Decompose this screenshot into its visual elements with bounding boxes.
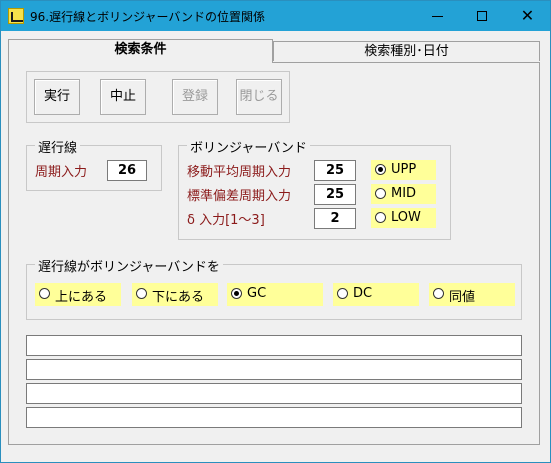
position-radio-label: GC — [247, 286, 267, 301]
position-group: 遅行線がボリンジャーバンドを 上にある 下にある GC DC 同値 — [26, 256, 522, 320]
close-button[interactable]: 閉じる — [236, 79, 282, 115]
output-line[interactable] — [26, 359, 522, 380]
position-radio-label: DC — [353, 286, 373, 301]
close-window-button[interactable]: ✕ — [505, 1, 550, 31]
position-radio-equal[interactable]: 同値 — [429, 283, 515, 306]
radio-unchecked-icon — [136, 288, 147, 299]
maximize-icon — [477, 11, 487, 21]
radio-unchecked-icon — [375, 212, 386, 223]
close-icon: ✕ — [520, 6, 535, 25]
position-radio-label: 同値 — [449, 290, 476, 305]
minimize-icon — [432, 16, 443, 17]
radio-unchecked-icon — [433, 288, 444, 299]
position-radio-gc[interactable]: GC — [227, 283, 323, 306]
window-title: 96.遅行線とボリンジャーバンドの位置関係 — [30, 10, 265, 24]
ma-period-input[interactable]: 25 — [314, 160, 356, 181]
output-line[interactable] — [26, 383, 522, 404]
title-bar[interactable]: 96.遅行線とボリンジャーバンドの位置関係 ✕ — [1, 1, 550, 31]
register-button[interactable]: 登録 — [172, 79, 218, 115]
lagging-line-group-title: 遅行線 — [35, 137, 81, 156]
delta-label: δ 入力[1～3] — [187, 213, 265, 228]
lagging-line-group: 遅行線 周期入力 26 — [26, 137, 162, 191]
lagging-period-input[interactable]: 26 — [107, 160, 147, 181]
band-radio-label: MID — [391, 186, 417, 201]
band-radio-low[interactable]: LOW — [371, 208, 436, 228]
tab-search-conditions[interactable]: 検索条件 — [8, 39, 273, 63]
band-radio-label: UPP — [391, 162, 417, 177]
radio-unchecked-icon — [39, 288, 50, 299]
sd-period-input[interactable]: 25 — [314, 184, 356, 205]
bollinger-group: ボリンジャーバンド 移動平均周期入力 25 標準偏差周期入力 25 δ 入力[1… — [178, 137, 451, 240]
position-radio-label: 上にある — [55, 290, 108, 305]
tab-search-type-date[interactable]: 検索種別･日付 — [273, 41, 540, 61]
output-line[interactable] — [26, 335, 522, 356]
band-radio-label: LOW — [391, 210, 421, 225]
output-line[interactable] — [26, 407, 522, 428]
maximize-button[interactable] — [460, 1, 505, 31]
ma-period-label: 移動平均周期入力 — [187, 165, 292, 180]
minimize-button[interactable] — [415, 1, 460, 31]
position-radio-below[interactable]: 下にある — [132, 283, 218, 306]
sd-period-label: 標準偏差周期入力 — [187, 189, 292, 204]
radio-unchecked-icon — [375, 188, 386, 199]
position-radio-dc[interactable]: DC — [333, 283, 419, 306]
action-button-group: 実行 中止 登録 閉じる — [26, 71, 290, 123]
position-group-title: 遅行線がボリンジャーバンドを — [35, 256, 223, 275]
radio-checked-icon — [375, 164, 386, 175]
app-window: 96.遅行線とボリンジャーバンドの位置関係 ✕ 検索条件 検索種別･日付 実行 … — [0, 0, 551, 463]
position-radio-above[interactable]: 上にある — [35, 283, 121, 306]
delta-input[interactable]: 2 — [314, 208, 356, 229]
period-label: 周期入力 — [35, 165, 88, 180]
radio-unchecked-icon — [337, 288, 348, 299]
stop-button[interactable]: 中止 — [100, 79, 146, 115]
radio-checked-icon — [231, 288, 242, 299]
run-button[interactable]: 実行 — [34, 79, 80, 115]
band-radio-mid[interactable]: MID — [371, 184, 436, 204]
position-radio-label: 下にある — [152, 290, 205, 305]
band-radio-upp[interactable]: UPP — [371, 160, 436, 180]
app-chart-icon — [8, 8, 24, 24]
bollinger-group-title: ボリンジャーバンド — [187, 137, 310, 156]
